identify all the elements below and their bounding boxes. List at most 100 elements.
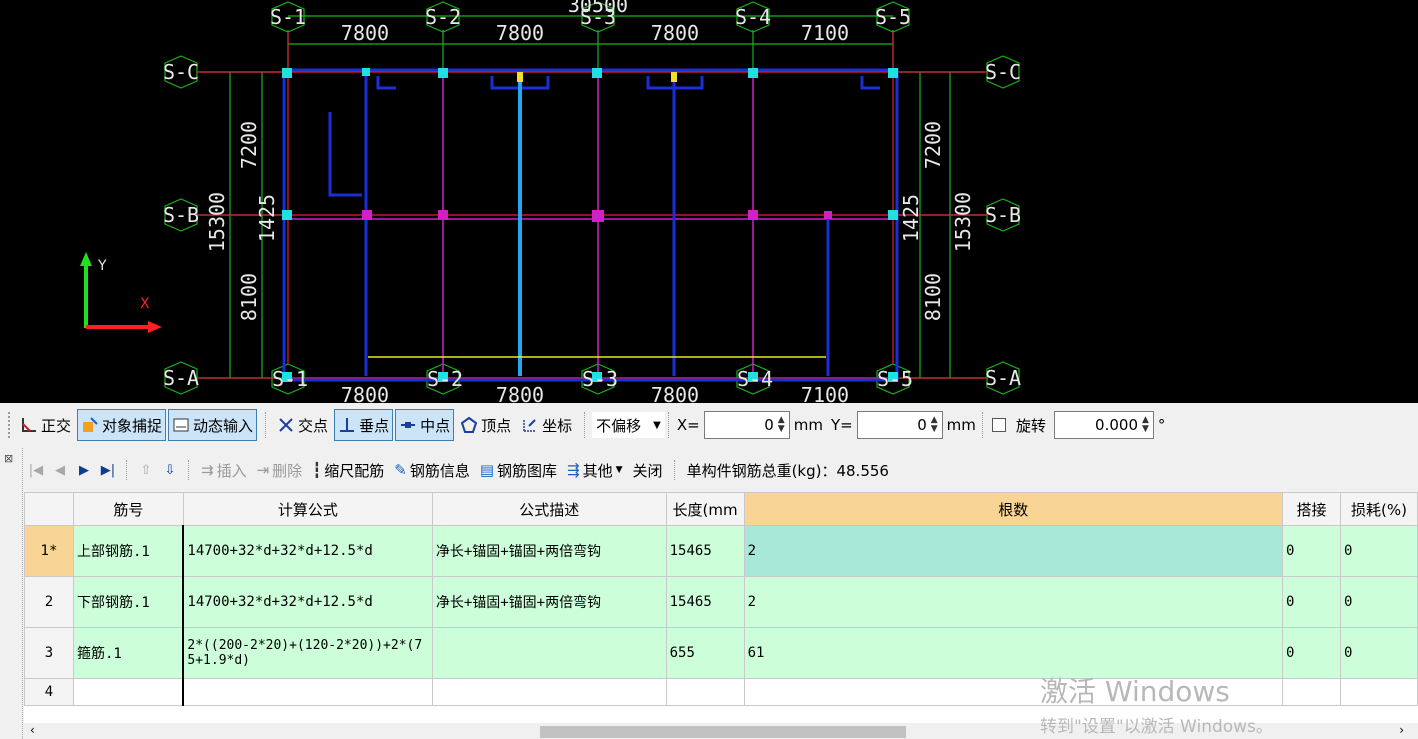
cell-formula-desc[interactable] bbox=[431, 678, 667, 706]
offset-mode-select[interactable]: 不偏移 ▼ bbox=[592, 412, 665, 438]
cell-lap[interactable]: 0 bbox=[1282, 525, 1341, 577]
cell-lap[interactable] bbox=[1282, 678, 1341, 706]
cell-loss[interactable]: 0 bbox=[1340, 627, 1418, 679]
cell-formula[interactable] bbox=[182, 678, 433, 706]
cell-loss[interactable]: 0 bbox=[1340, 576, 1418, 628]
insert-button[interactable]: ⇉ 插入 bbox=[196, 460, 252, 481]
header-lap[interactable]: 搭接 bbox=[1282, 492, 1341, 526]
scale-rebar-label: 缩尺配筋 bbox=[324, 461, 385, 480]
scroll-right-icon[interactable]: › bbox=[1399, 723, 1404, 737]
cell-length[interactable]: 655 bbox=[665, 627, 745, 679]
vertex-button[interactable]: 顶点 bbox=[456, 409, 515, 441]
rotate-spinner-icon[interactable]: ▲ ▼ bbox=[1142, 416, 1149, 434]
table-row[interactable]: 2 下部钢筋.1 14700+32*d+32*d+12.5*d 净长+锚固+锚固… bbox=[24, 576, 1418, 628]
row-number[interactable]: 3 bbox=[24, 627, 74, 679]
dynamic-input-button[interactable]: 动态输入 bbox=[168, 409, 258, 441]
row-number[interactable]: 1* bbox=[24, 525, 74, 577]
table-row[interactable]: 4 bbox=[24, 678, 1418, 706]
horizontal-scrollbar[interactable]: ‹ › bbox=[24, 723, 1418, 739]
cell-loss[interactable] bbox=[1340, 678, 1418, 706]
cell-loss[interactable]: 0 bbox=[1340, 525, 1418, 577]
delete-row-icon: ⇥ bbox=[256, 461, 270, 479]
cell-count[interactable]: 61 bbox=[743, 627, 1284, 679]
perpendicular-button[interactable]: 垂点 bbox=[334, 409, 394, 441]
perpendicular-label: 垂点 bbox=[359, 416, 390, 435]
cell-formula-desc[interactable] bbox=[431, 627, 667, 679]
rotate-angle-input[interactable]: 0.000 ▲ ▼ bbox=[1053, 411, 1154, 439]
table-row[interactable]: 1* 上部钢筋.1 14700+32*d+32*d+12.5*d 净长+锚固+锚… bbox=[24, 525, 1418, 577]
cell-formula-desc[interactable]: 净长+锚固+锚固+两倍弯钩 bbox=[431, 576, 667, 628]
table-row[interactable]: 3 箍筋.1 2*((200-2*20)+(120-2*20))+2*(75+1… bbox=[24, 627, 1418, 679]
cell-formula[interactable]: 2*((200-2*20)+(120-2*20))+2*(75+1.9*d) bbox=[182, 627, 433, 679]
move-down-icon[interactable]: ⇩ bbox=[158, 463, 182, 478]
rebar-toolbar: |◀ ◀ ▶ ▶| ⇧ ⇩ ⇉ 插入 ⇥ 删除 ┇ 缩尺配筋 ✎ 钢筋信息 ▤ … bbox=[24, 448, 1418, 492]
right-span-dim-1: 7200 bbox=[921, 121, 945, 169]
header-count[interactable]: 根数 bbox=[743, 492, 1284, 526]
close-label: 关闭 bbox=[632, 461, 663, 480]
row-number[interactable]: 4 bbox=[24, 678, 74, 706]
chevron-down-icon: ▼ bbox=[615, 465, 623, 475]
scale-rebar-button[interactable]: ┇ 缩尺配筋 bbox=[307, 460, 389, 481]
bottom-span-dim-2: 7800 bbox=[496, 383, 544, 403]
first-record-icon[interactable]: |◀ bbox=[24, 463, 48, 478]
axis-label-sc: S-C bbox=[163, 60, 199, 84]
cell-lap[interactable]: 0 bbox=[1282, 627, 1341, 679]
object-snap-button[interactable]: 对象捕捉 bbox=[77, 409, 167, 441]
row-number[interactable]: 2 bbox=[24, 576, 74, 628]
x-coordinate-input[interactable]: 0 ▲ ▼ bbox=[703, 411, 790, 439]
rebar-info-button[interactable]: ✎ 钢筋信息 bbox=[389, 460, 475, 481]
y-coordinate-input[interactable]: 0 ▲ ▼ bbox=[856, 411, 943, 439]
close-button[interactable]: 关闭 bbox=[628, 460, 668, 481]
scroll-left-icon[interactable]: ‹ bbox=[30, 723, 35, 737]
cell-rebar-no[interactable]: 下部钢筋.1 bbox=[72, 576, 184, 628]
scale-rebar-icon: ┇ bbox=[312, 461, 322, 479]
cell-rebar-no[interactable]: 上部钢筋.1 bbox=[72, 525, 184, 577]
cell-count[interactable]: 2 bbox=[743, 525, 1284, 577]
prev-record-icon[interactable]: ◀ bbox=[48, 463, 72, 478]
header-rebar-no[interactable]: 筋号 bbox=[72, 492, 184, 526]
rebar-library-button[interactable]: ▤ 钢筋图库 bbox=[475, 460, 562, 481]
cad-canvas[interactable]: 30500 7800 7800 7800 7100 7800 7800 7800… bbox=[0, 0, 1418, 403]
header-loss[interactable]: 损耗(%) bbox=[1340, 492, 1418, 526]
panel-close-icon[interactable]: ⊠ bbox=[0, 448, 22, 465]
cell-length[interactable]: 15465 bbox=[665, 576, 745, 628]
axis-label-sa: S-A bbox=[163, 366, 199, 390]
cell-count[interactable]: 2 bbox=[743, 576, 1284, 628]
header-length[interactable]: 长度(mm bbox=[665, 492, 745, 526]
y-coordinate-value: 0 bbox=[917, 416, 927, 434]
scrollbar-thumb[interactable] bbox=[540, 726, 906, 738]
intersection-button[interactable]: 交点 bbox=[273, 409, 332, 441]
rebar-library-icon: ▤ bbox=[479, 461, 495, 479]
cell-formula[interactable]: 14700+32*d+32*d+12.5*d bbox=[182, 576, 433, 628]
coordinate-button[interactable]: 坐标 bbox=[517, 409, 576, 441]
cell-length[interactable]: 15465 bbox=[665, 525, 745, 577]
cell-rebar-no[interactable] bbox=[72, 678, 184, 706]
other-label: 其他 bbox=[582, 461, 613, 480]
midpoint-button[interactable]: 中点 bbox=[395, 409, 455, 441]
x-unit: mm bbox=[793, 416, 823, 434]
cell-length[interactable] bbox=[665, 678, 745, 706]
cell-formula-desc[interactable]: 净长+锚固+锚固+两倍弯钩 bbox=[431, 525, 667, 577]
header-formula[interactable]: 计算公式 bbox=[182, 492, 433, 526]
y-spinner-icon[interactable]: ▲ ▼ bbox=[931, 416, 938, 434]
cell-rebar-no[interactable]: 箍筋.1 bbox=[72, 627, 184, 679]
cell-formula[interactable]: 14700+32*d+32*d+12.5*d bbox=[182, 525, 433, 577]
y-unit: mm bbox=[946, 416, 976, 434]
panel-grip[interactable]: ⊠ bbox=[0, 448, 23, 739]
move-up-icon[interactable]: ⇧ bbox=[134, 463, 158, 478]
cell-lap[interactable]: 0 bbox=[1282, 576, 1341, 628]
cell-count[interactable] bbox=[743, 678, 1284, 706]
ortho-button[interactable]: 正交 bbox=[16, 409, 75, 441]
rebar-grid[interactable]: 筋号 计算公式 公式描述 长度(mm 根数 搭接 损耗(%) 1* 上部钢筋.1… bbox=[24, 492, 1418, 739]
total-weight-label: 单构件钢筋总重(kg)：48.556 bbox=[682, 460, 894, 481]
snap-toolbar: 正交 对象捕捉 动态输入 交点 垂点 中点 顶点 坐标 不偏移 ▼ X= 0 ▲… bbox=[0, 403, 1418, 447]
other-menu-button[interactable]: ⇶ 其他 ▼ bbox=[562, 460, 628, 481]
x-spinner-icon[interactable]: ▲ ▼ bbox=[778, 416, 785, 434]
rotate-checkbox[interactable] bbox=[991, 418, 1006, 432]
last-record-icon[interactable]: ▶| bbox=[96, 463, 120, 478]
delete-button[interactable]: ⇥ 删除 bbox=[252, 460, 308, 481]
right-axis-label-sc: S-C bbox=[985, 60, 1021, 84]
next-record-icon[interactable]: ▶ bbox=[72, 463, 96, 478]
insert-label: 插入 bbox=[216, 461, 247, 480]
header-formula-desc[interactable]: 公式描述 bbox=[431, 492, 667, 526]
